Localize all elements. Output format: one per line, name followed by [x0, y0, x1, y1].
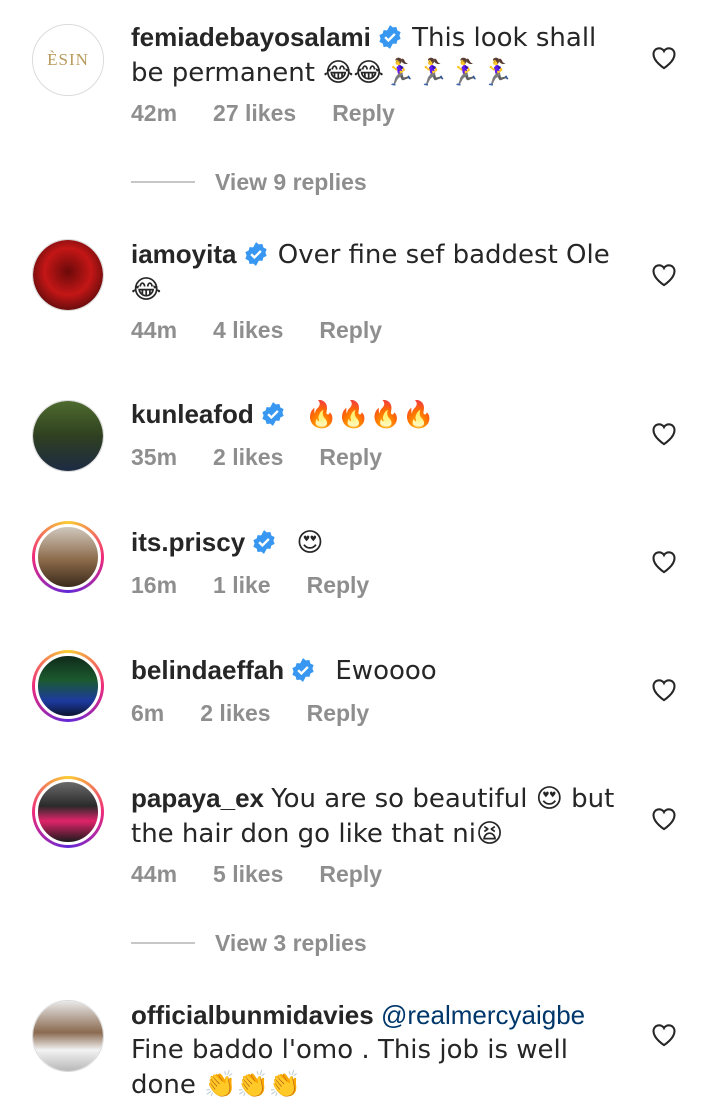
likes-count[interactable]: 27 likes — [213, 100, 296, 126]
reply-button[interactable]: Reply — [307, 572, 370, 598]
comment-text: femiadebayosalami This look shall be per… — [131, 20, 624, 90]
likes-count[interactable]: 4 likes — [213, 317, 283, 343]
comment-body: Ewoooo — [335, 656, 437, 686]
view-replies-label: View 9 replies — [215, 168, 367, 195]
reply-button[interactable]: Reply — [332, 100, 395, 126]
timestamp: 6m — [131, 700, 165, 726]
avatar[interactable] — [32, 1000, 104, 1072]
username[interactable]: officialbunmidavies — [131, 1000, 374, 1030]
verified-badge-icon — [262, 402, 284, 426]
avatar-logo-text: ÈSIN — [47, 50, 89, 69]
comment-text: iamoyita Over fine sef baddest Ole 😂 — [131, 237, 624, 307]
view-replies-label: View 3 replies — [215, 929, 367, 956]
verified-badge-icon — [292, 658, 314, 682]
comment-body: 🔥🔥🔥🔥 — [305, 400, 435, 430]
reply-button[interactable]: Reply — [307, 700, 370, 726]
comment-meta: 6m 2 likes Reply — [131, 698, 405, 728]
comment-text: officialbunmidavies @realmercyaigbe Fine… — [131, 998, 624, 1102]
comment-text: its.priscy 😍 — [131, 525, 624, 560]
username[interactable]: belindaeffah — [131, 655, 284, 685]
timestamp: 44m — [131, 317, 178, 343]
timestamp: 42m — [131, 100, 178, 126]
comment-meta: 35m 2 likes Reply — [131, 442, 418, 472]
username[interactable]: iamoyita — [131, 239, 237, 269]
like-heart-icon[interactable] — [650, 420, 678, 446]
comment-meta: 44m 5 likes Reply — [131, 859, 418, 889]
divider-line — [131, 942, 195, 944]
like-heart-icon[interactable] — [650, 44, 678, 70]
mention-link[interactable]: @realmercyaigbe — [381, 1000, 585, 1030]
comment-text: papaya_ex You are so beautiful 😍 but the… — [131, 781, 624, 851]
verified-badge-icon — [379, 25, 401, 49]
timestamp: 35m — [131, 444, 178, 470]
comment-meta: 16m 1 like Reply — [131, 570, 405, 600]
username[interactable]: kunleafod — [131, 399, 254, 429]
avatar[interactable]: ÈSIN — [32, 24, 104, 96]
reply-button[interactable]: Reply — [319, 317, 382, 343]
like-heart-icon[interactable] — [650, 805, 678, 831]
avatar[interactable] — [32, 239, 104, 311]
comment-meta: 42m 27 likes Reply — [131, 98, 431, 128]
comment-meta: 44m 4 likes Reply — [131, 315, 418, 345]
comment-text: kunleafod 🔥🔥🔥🔥 — [131, 397, 624, 432]
view-replies-button[interactable]: View 9 replies — [131, 167, 367, 197]
likes-count[interactable]: 2 likes — [200, 700, 270, 726]
like-heart-icon[interactable] — [650, 548, 678, 574]
verified-badge-icon — [253, 530, 275, 554]
avatar[interactable] — [32, 521, 104, 593]
verified-badge-icon — [244, 242, 267, 266]
comment-body: 😍 — [296, 528, 324, 558]
avatar[interactable] — [32, 400, 104, 472]
reply-button[interactable]: Reply — [319, 861, 382, 887]
comment-text: belindaeffah Ewoooo — [131, 653, 624, 688]
username[interactable]: femiadebayosalami — [131, 22, 371, 52]
like-heart-icon[interactable] — [650, 676, 678, 702]
reply-button[interactable]: Reply — [319, 444, 382, 470]
likes-count[interactable]: 5 likes — [213, 861, 283, 887]
like-heart-icon[interactable] — [650, 261, 678, 287]
divider-line — [131, 181, 195, 183]
avatar[interactable] — [32, 776, 104, 848]
like-heart-icon[interactable] — [650, 1021, 678, 1047]
username[interactable]: its.priscy — [131, 527, 245, 557]
timestamp: 44m — [131, 861, 178, 887]
timestamp: 16m — [131, 572, 178, 598]
view-replies-button[interactable]: View 3 replies — [131, 928, 367, 958]
likes-count[interactable]: 1 like — [213, 572, 271, 598]
comment-body: Fine baddo l'omo . This job is well done… — [131, 1035, 568, 1100]
likes-count[interactable]: 2 likes — [213, 444, 283, 470]
avatar[interactable] — [32, 650, 104, 722]
username[interactable]: papaya_ex — [131, 783, 264, 813]
